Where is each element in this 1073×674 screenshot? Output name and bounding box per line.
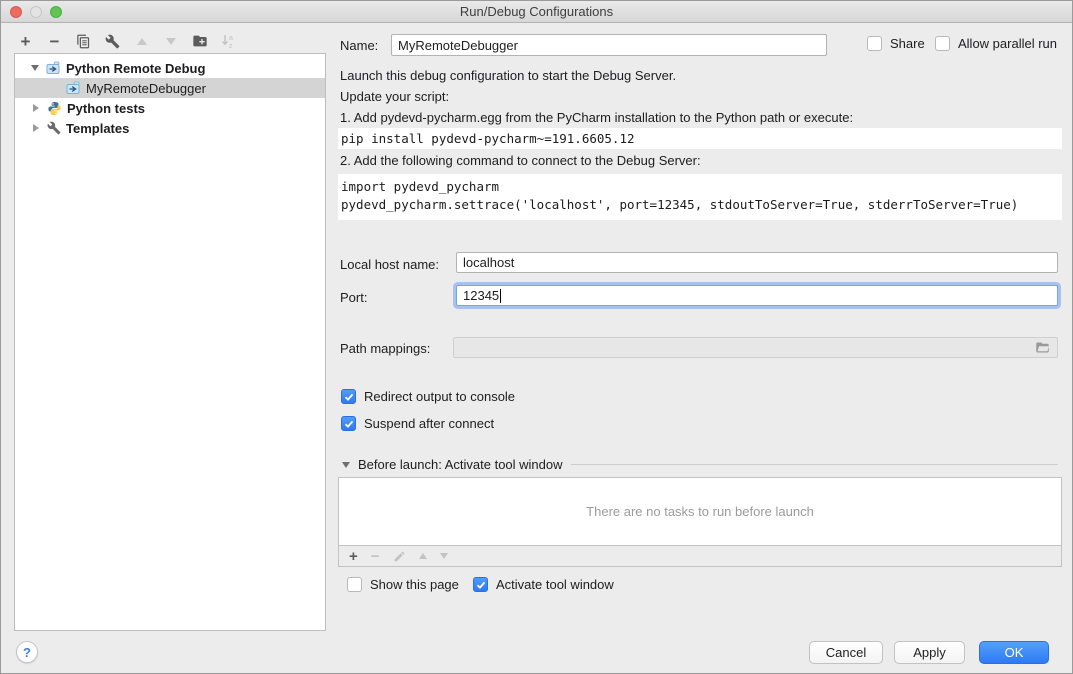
activate-tool-window-label: Activate tool window [496,577,614,592]
move-down-button[interactable] [162,33,179,50]
python-icon [47,101,62,116]
text-cursor [500,289,501,303]
edit-defaults-button[interactable] [104,33,121,50]
section-collapse-icon[interactable] [342,462,350,468]
path-mappings-label: Path mappings: [340,341,430,356]
window-title: Run/Debug Configurations [460,4,613,19]
name-input-value: MyRemoteDebugger [398,38,518,53]
tree-item-label: MyRemoteDebugger [86,81,206,96]
add-icon: + [21,33,31,50]
run-debug-configurations-dialog: Run/Debug Configurations + − az Python R… [0,0,1073,674]
checkbox-unchecked-icon[interactable] [935,36,950,51]
port-label: Port: [340,290,367,305]
share-checkbox[interactable]: Share [867,36,925,51]
allow-parallel-run-checkbox[interactable]: Allow parallel run [935,36,1057,51]
move-up-icon [137,38,147,45]
svg-text:z: z [229,43,233,49]
checkbox-unchecked-icon[interactable] [347,577,362,592]
redirect-output-label: Redirect output to console [364,389,515,404]
tree-item-label: Templates [66,121,129,136]
settrace-code-block: import pydevd_pycharm pydevd_pycharm.set… [338,174,1062,220]
browse-folder-icon[interactable] [1034,340,1051,355]
suspend-after-connect-checkbox[interactable]: Suspend after connect [341,416,494,431]
checkbox-checked-icon[interactable] [473,577,488,592]
instruction-line-2: Update your script: [340,89,449,104]
checkbox-checked-icon[interactable] [341,389,356,404]
pip-install-command: pip install pydevd-pycharm~=191.6605.12 [338,130,635,148]
chevron-collapsed-icon[interactable] [33,124,39,132]
copy-configuration-button[interactable] [75,33,92,50]
add-task-icon[interactable]: + [349,549,358,564]
tree-item-label: Python Remote Debug [66,61,205,76]
section-divider [571,464,1058,465]
zoom-window-icon[interactable] [50,6,62,18]
tree-item-templates[interactable]: Templates [15,118,325,138]
ok-button[interactable]: OK [979,641,1049,664]
port-value: 12345 [463,288,499,303]
local-host-name-value: localhost [463,255,514,270]
sort-configurations-button[interactable]: az [220,33,237,50]
share-checkbox-label: Share [890,36,925,51]
move-task-down-icon[interactable] [440,553,448,559]
move-down-icon [166,38,176,45]
configurations-tree: Python Remote Debug MyRemoteDebugger Pyt… [14,53,326,631]
pip-install-code-block: pip install pydevd-pycharm~=191.6605.12 [338,128,1062,149]
title-bar[interactable]: Run/Debug Configurations [1,1,1072,23]
tasks-empty-message: There are no tasks to run before launch [339,478,1061,545]
remove-configuration-button[interactable]: − [46,33,63,50]
remove-icon: − [50,33,60,50]
path-mappings-input[interactable] [453,337,1058,358]
wrench-icon [47,121,61,135]
tree-item-python-tests[interactable]: Python tests [15,98,325,118]
instruction-step-2: 2. Add the following command to connect … [340,153,701,168]
instruction-line-1: Launch this debug configuration to start… [340,68,676,83]
minimize-window-icon[interactable] [30,6,42,18]
tree-item-myremotedebugger[interactable]: MyRemoteDebugger [15,78,325,98]
suspend-after-connect-label: Suspend after connect [364,416,494,431]
before-launch-section-header[interactable]: Before launch: Activate tool window [342,457,1058,472]
cancel-button[interactable]: Cancel [809,641,883,664]
close-window-icon[interactable] [10,6,22,18]
show-this-page-label: Show this page [370,577,459,592]
before-launch-title: Before launch: Activate tool window [358,457,563,472]
remove-task-icon[interactable]: − [371,549,380,564]
new-folder-icon [192,33,208,49]
local-host-name-input[interactable]: localhost [456,252,1058,273]
activate-tool-window-checkbox[interactable]: Activate tool window [473,577,614,592]
instruction-step-1: 1. Add pydevd-pycharm.egg from the PyCha… [340,110,853,125]
help-button[interactable]: ? [16,641,38,663]
question-mark-icon: ? [23,645,31,660]
name-label: Name: [340,38,378,53]
move-task-up-icon[interactable] [419,553,427,559]
settrace-code-line-1: import pydevd_pycharm [338,178,1062,196]
port-input[interactable]: 12345 [456,285,1058,306]
local-host-name-label: Local host name: [340,257,439,272]
window-controls [10,6,62,18]
remote-debug-icon [46,61,61,76]
show-this-page-checkbox[interactable]: Show this page [347,577,459,592]
tasks-toolbar: + − [339,545,1061,566]
apply-button[interactable]: Apply [894,641,965,664]
before-launch-tasks-panel: There are no tasks to run before launch … [338,477,1062,567]
sort-icon: az [221,33,236,49]
move-up-button[interactable] [133,33,150,50]
checkbox-checked-icon[interactable] [341,416,356,431]
add-configuration-button[interactable]: + [17,33,34,50]
name-input[interactable]: MyRemoteDebugger [391,34,827,56]
configurations-toolbar: + − az [17,31,237,51]
tree-item-label: Python tests [67,101,145,116]
copy-icon [76,34,91,49]
remote-debug-icon [66,81,81,96]
allow-parallel-run-label: Allow parallel run [958,36,1057,51]
tree-item-python-remote-debug[interactable]: Python Remote Debug [15,58,325,78]
chevron-collapsed-icon[interactable] [33,104,39,112]
new-folder-button[interactable] [191,33,208,50]
checkbox-unchecked-icon[interactable] [867,36,882,51]
svg-text:a: a [229,35,233,42]
settrace-code-line-2: pydevd_pycharm.settrace('localhost', por… [338,196,1062,214]
redirect-output-checkbox[interactable]: Redirect output to console [341,389,515,404]
edit-defaults-icon [105,34,120,49]
edit-task-icon[interactable] [393,550,406,563]
chevron-expanded-icon[interactable] [31,65,39,71]
